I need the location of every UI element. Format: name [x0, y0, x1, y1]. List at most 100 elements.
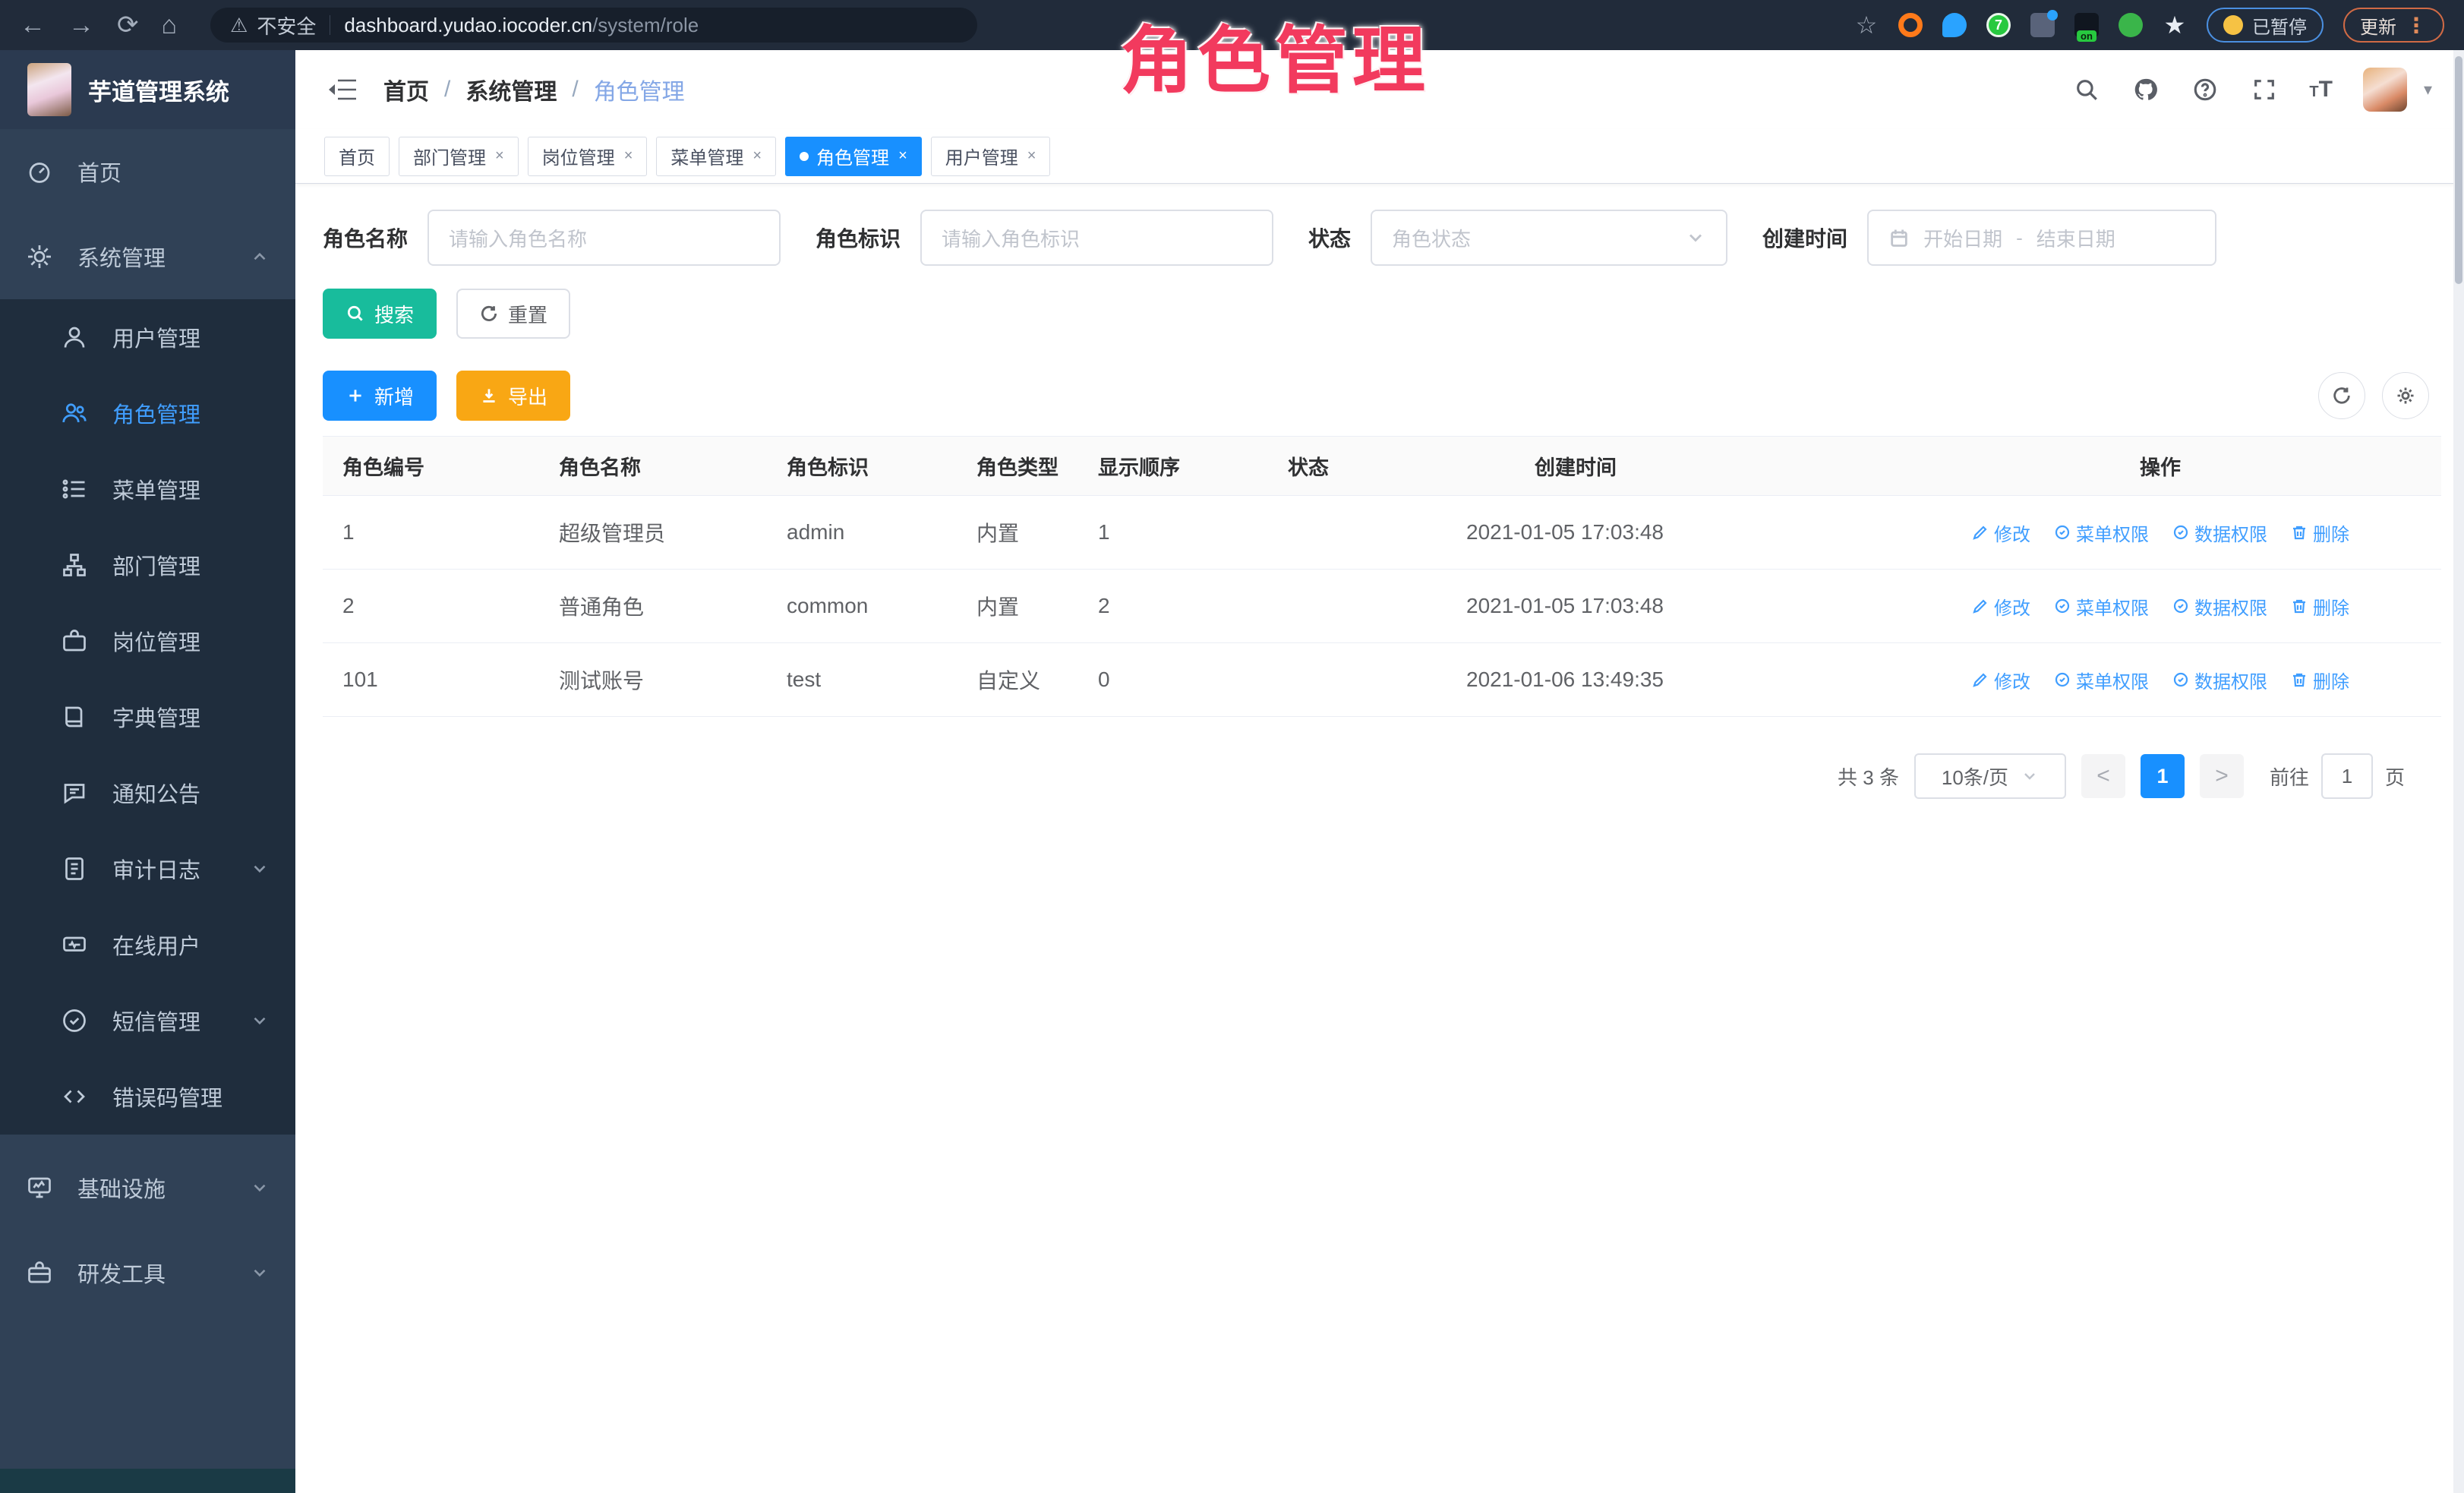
user-avatar[interactable] [2363, 68, 2407, 112]
code-icon [61, 1083, 88, 1110]
page-1-button[interactable]: 1 [2141, 754, 2185, 798]
sidebar-item-system[interactable]: 系统管理 [0, 214, 295, 299]
sidebar-item-audit-log[interactable]: 审计日志 [0, 831, 295, 907]
search-button[interactable]: 搜索 [323, 289, 437, 339]
export-button[interactable]: 导出 [456, 371, 570, 421]
tab-menu[interactable]: 菜单管理 × [656, 137, 776, 176]
menu-perm-link[interactable]: 菜单权限 [2053, 667, 2149, 693]
tab-dept[interactable]: 部门管理 × [399, 137, 519, 176]
close-icon[interactable]: × [752, 147, 762, 165]
data-perm-link[interactable]: 数据权限 [2172, 593, 2267, 620]
goto-unit-label: 页 [2385, 762, 2405, 791]
sidebar-item-online-users[interactable]: 在线用户 [0, 907, 295, 983]
role-key-input[interactable]: 请输入角色标识 [920, 210, 1273, 266]
extension-orange-icon[interactable] [1898, 13, 1923, 37]
column-settings-button[interactable] [2382, 372, 2429, 419]
next-page-button[interactable]: > [2200, 754, 2244, 798]
sidebar-item-notice[interactable]: 通知公告 [0, 755, 295, 831]
sidebar-item-home[interactable]: 首页 [0, 129, 295, 214]
scrollbar[interactable] [2453, 50, 2464, 1493]
edit-link[interactable]: 修改 [1971, 593, 2030, 620]
circle-check-icon [2172, 597, 2190, 615]
close-icon[interactable]: × [898, 147, 907, 165]
extension-grid-icon[interactable] [2030, 13, 2055, 37]
back-icon[interactable]: ← [20, 12, 46, 38]
online-user-icon [61, 931, 88, 958]
sidebar-item-infra[interactable]: 基础设施 [0, 1145, 295, 1230]
sidebar-item-error-codes[interactable]: 错误码管理 [0, 1059, 295, 1135]
paused-badge[interactable]: 已暂停 [2207, 8, 2324, 43]
sidebar-item-sms[interactable]: 短信管理 [0, 983, 295, 1059]
collapse-sidebar-icon[interactable] [327, 77, 358, 103]
close-icon[interactable]: × [1027, 147, 1036, 165]
delete-link[interactable]: 删除 [2290, 519, 2349, 546]
sidebar-item-users[interactable]: 用户管理 [0, 299, 295, 375]
menu-perm-link[interactable]: 菜单权限 [2053, 519, 2149, 546]
sidebar-item-posts[interactable]: 岗位管理 [0, 603, 295, 679]
status-select[interactable]: 角色状态 [1371, 210, 1727, 266]
dashboard-icon [26, 158, 53, 185]
sidebar-item-label: 用户管理 [112, 321, 200, 353]
tab-role[interactable]: 角色管理 × [785, 137, 922, 176]
logo[interactable]: 芋道管理系统 [0, 50, 295, 129]
add-button[interactable]: 新增 [323, 371, 437, 421]
chevron-down-icon [250, 1011, 270, 1031]
system-submenu: 用户管理 角色管理 菜单管理 部门管理 [0, 299, 295, 1135]
fullscreen-icon[interactable] [2250, 75, 2279, 104]
address-bar[interactable]: ⚠ 不安全 dashboard.yudao.iocoder.cn /system… [210, 8, 977, 43]
table-header-row: 角色编号 角色名称 角色标识 角色类型 显示顺序 状态 创建时间 操作 [323, 437, 2441, 496]
tab-home[interactable]: 首页 [324, 137, 390, 176]
close-icon[interactable]: × [624, 147, 633, 165]
close-icon[interactable]: × [495, 147, 504, 165]
breadcrumb-current: 角色管理 [594, 73, 685, 106]
extension-leaf-icon[interactable] [2119, 13, 2143, 37]
create-time-label: 创建时间 [1762, 223, 1847, 253]
goto-page-input[interactable]: 1 [2321, 753, 2373, 799]
book-icon [61, 703, 88, 731]
data-perm-link[interactable]: 数据权限 [2172, 667, 2267, 693]
tab-post[interactable]: 岗位管理 × [528, 137, 648, 176]
menu-perm-link[interactable]: 菜单权限 [2053, 593, 2149, 620]
update-button[interactable]: 更新 ⋮ [2343, 8, 2444, 43]
browser-menu-icon[interactable]: ⋮ [2406, 13, 2428, 38]
tab-user[interactable]: 用户管理 × [931, 137, 1051, 176]
delete-link[interactable]: 删除 [2290, 667, 2349, 693]
extension-blue-icon[interactable] [1942, 13, 1967, 37]
role-name-label: 角色名称 [323, 223, 408, 253]
sidebar-item-devtools[interactable]: 研发工具 [0, 1230, 295, 1315]
sidebar-item-label: 岗位管理 [112, 625, 200, 657]
sidebar-item-menus[interactable]: 菜单管理 [0, 451, 295, 527]
font-size-icon[interactable]: TT [2309, 77, 2333, 103]
reload-icon[interactable]: ⟳ [117, 12, 139, 38]
edit-link[interactable]: 修改 [1971, 667, 2030, 693]
reset-button[interactable]: 重置 [456, 289, 570, 339]
scrollbar-thumb[interactable] [2455, 56, 2462, 284]
edit-link[interactable]: 修改 [1971, 519, 2030, 546]
date-range-picker[interactable]: 开始日期 - 结束日期 [1867, 210, 2216, 266]
forward-icon[interactable]: → [68, 12, 94, 38]
extension-green-7-icon[interactable]: 7 [1986, 13, 2011, 37]
sidebar-item-roles[interactable]: 角色管理 [0, 375, 295, 451]
page-size-select[interactable]: 10条/页 [1914, 753, 2066, 799]
extension-star-icon[interactable]: ★ [2163, 13, 2187, 37]
breadcrumb-system[interactable]: 系统管理 [465, 73, 557, 106]
breadcrumb-home[interactable]: 首页 [383, 73, 429, 106]
active-dot-icon [800, 152, 809, 161]
breadcrumb: 首页 / 系统管理 / 角色管理 [383, 73, 685, 106]
bookmark-star-icon[interactable]: ☆ [1854, 13, 1879, 37]
refresh-table-button[interactable] [2318, 372, 2365, 419]
role-name-input[interactable]: 请输入角色名称 [427, 210, 781, 266]
sidebar-item-depts[interactable]: 部门管理 [0, 527, 295, 603]
sidebar-item-dict[interactable]: 字典管理 [0, 679, 295, 755]
help-icon[interactable] [2191, 75, 2219, 104]
prev-page-button[interactable]: < [2081, 754, 2125, 798]
extension-dark-on-icon[interactable]: on [2074, 13, 2099, 37]
home-icon[interactable]: ⌂ [162, 12, 178, 38]
delete-link[interactable]: 删除 [2290, 593, 2349, 620]
update-label: 更新 [2360, 12, 2396, 39]
github-icon[interactable] [2131, 75, 2160, 104]
calendar-icon [1888, 227, 1910, 248]
search-icon[interactable] [2072, 75, 2101, 104]
avatar-caret-icon[interactable]: ▾ [2424, 80, 2432, 99]
data-perm-link[interactable]: 数据权限 [2172, 519, 2267, 546]
